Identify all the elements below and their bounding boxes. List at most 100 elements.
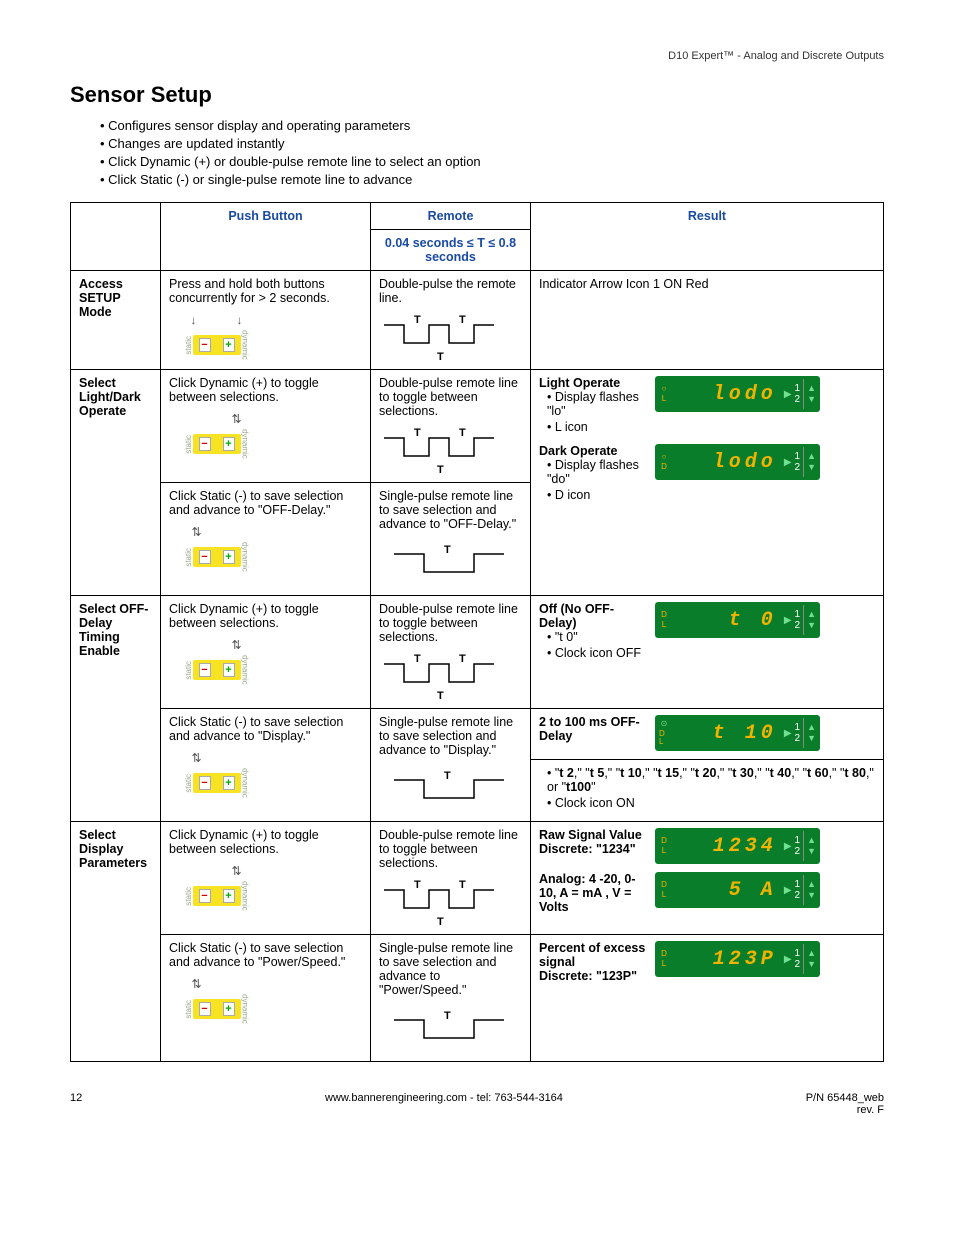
svg-text:T: T — [459, 653, 466, 665]
text: Double-pulse remote line to toggle betwe… — [379, 602, 518, 644]
row-display-result1: Raw Signal Value Discrete: "1234" DL 123… — [531, 822, 884, 935]
svg-text:T: T — [437, 690, 444, 702]
result-item: "t 0" — [547, 630, 649, 644]
text: Click Static (-) to save selection and a… — [169, 715, 343, 743]
revision: rev. F — [857, 1104, 884, 1116]
row-display-remote2: Single-pulse remote line to save selecti… — [371, 935, 531, 1062]
lcd-display: DL t 0 ▶12▲▼ — [655, 602, 820, 638]
footer: 12 www.bannerengineering.com - tel: 763-… — [70, 1092, 884, 1116]
text: Double-pulse the remote line. — [379, 277, 516, 305]
row-access-result: Indicator Arrow Icon 1 ON Red — [531, 271, 884, 370]
row-lightdark-push1: Click Dynamic (+) to toggle between sele… — [161, 370, 371, 483]
result-item: L icon — [547, 420, 649, 434]
col-result: Result — [531, 203, 884, 271]
delay-values: "t 2," "t 5," "t 10," "t 15," "t 20," "t… — [547, 766, 875, 794]
page-title: Sensor Setup — [70, 82, 884, 108]
intro-item: Click Dynamic (+) or double-pulse remote… — [100, 154, 884, 169]
result-title: Dark Operate — [539, 444, 618, 458]
svg-text:T: T — [437, 916, 444, 928]
row-offdelay-result2: 2 to 100 ms OFF-Delay ⊙D L t 10 ▶12▲▼ — [531, 709, 884, 760]
double-pulse-diagram: TTT — [379, 426, 519, 476]
button-diagram: ↓↓ static −+ dynamic — [169, 313, 264, 360]
lcd-text: lodo — [672, 451, 781, 474]
col-remote-sub: 0.04 seconds ≤ T ≤ 0.8 seconds — [371, 230, 531, 271]
row-access-label: Access SETUP Mode — [71, 271, 161, 370]
svg-text:T: T — [437, 464, 444, 476]
text: Click Static (-) to save selection and a… — [169, 489, 343, 517]
svg-text:T: T — [459, 879, 466, 891]
button-diagram: ⇅ static−+dynamic — [169, 525, 264, 572]
svg-text:T: T — [459, 427, 466, 439]
setup-table: Push Button Remote Result 0.04 seconds ≤… — [70, 202, 884, 1062]
lcd-display: DL 1234 ▶12▲▼ — [655, 828, 820, 864]
svg-text:T: T — [414, 653, 421, 665]
page-number: 12 — [70, 1092, 82, 1116]
row-lightdark-result: Light Operate Display flashes "lo" L ico… — [531, 370, 884, 596]
lcd-text: lodo — [672, 383, 781, 406]
lcd-display: ○L lodo ▶12▲▼ — [655, 376, 820, 412]
lcd-display: ○D lodo ▶12▲▼ — [655, 444, 820, 480]
single-pulse-diagram: T — [379, 1005, 519, 1055]
row-lightdark-remote2: Single-pulse remote line to save selecti… — [371, 483, 531, 596]
button-diagram: ⇅ static−+dynamic — [169, 638, 264, 685]
double-pulse-diagram: T T T — [379, 878, 519, 928]
result-title: Analog: 4 -20, 0-10, A = mA , V = Volts — [539, 872, 636, 914]
text: Click Static (-) to save selection and a… — [169, 941, 345, 969]
part-number: P/N 65448_web — [806, 1092, 884, 1104]
single-pulse-diagram: T — [379, 765, 519, 815]
result-item: Display flashes "lo" — [547, 390, 649, 418]
row-offdelay-remote1: Double-pulse remote line to toggle betwe… — [371, 596, 531, 709]
lcd-text: 5 A — [672, 879, 781, 902]
row-display-push1: Click Dynamic (+) to toggle between sele… — [161, 822, 371, 935]
row-offdelay-result1: Off (No OFF-Delay) "t 0" Clock icon OFF … — [531, 596, 884, 709]
intro-item: Configures sensor display and operating … — [100, 118, 884, 133]
svg-text:T: T — [414, 879, 421, 891]
row-lightdark-remote1: Double-pulse remote line to toggle betwe… — [371, 370, 531, 483]
svg-text:T: T — [444, 1010, 451, 1022]
svg-text:T: T — [459, 314, 466, 326]
intro-item: Changes are updated instantly — [100, 136, 884, 151]
svg-text:T: T — [444, 770, 451, 782]
row-lightdark-label: Select Light/Dark Operate — [71, 370, 161, 596]
lcd-text: 123P — [672, 948, 781, 971]
result-item: Display flashes "do" — [547, 458, 649, 486]
result-sub: Discrete: "123P" — [539, 969, 637, 983]
footer-center: www.bannerengineering.com - tel: 763-544… — [325, 1092, 563, 1116]
lcd-display: DL 123P ▶12▲▼ — [655, 941, 820, 977]
text: Click Dynamic (+) to toggle between sele… — [169, 828, 319, 856]
result-sub: Discrete: "1234" — [539, 842, 636, 856]
col-remote: Remote — [371, 203, 531, 230]
result-title: 2 to 100 ms OFF-Delay — [539, 715, 640, 743]
button-diagram: ⇅ static−+dynamic — [169, 751, 264, 798]
result-title: Off (No OFF-Delay) — [539, 602, 614, 630]
row-offdelay-push1: Click Dynamic (+) to toggle between sele… — [161, 596, 371, 709]
doc-header: D10 Expert™ - Analog and Discrete Output… — [70, 50, 884, 62]
button-diagram: ⇅ static−+dynamic — [169, 412, 264, 459]
text: Double-pulse remote line to toggle betwe… — [379, 828, 518, 870]
row-access-push: Press and hold both buttons concurrently… — [161, 271, 371, 370]
result-title: Light Operate — [539, 376, 620, 390]
lcd-text: 1234 — [672, 835, 781, 858]
row-offdelay-label: Select OFF-Delay Timing Enable — [71, 596, 161, 822]
intro-item: Click Static (-) or single-pulse remote … — [100, 172, 884, 187]
row-access-remote: Double-pulse the remote line. TTT — [371, 271, 531, 370]
result-item: Clock icon ON — [547, 796, 875, 810]
row-display-label: Select Display Parameters — [71, 822, 161, 1062]
lcd-display: ⊙D L t 10 ▶12▲▼ — [655, 715, 820, 751]
text: Press and hold both buttons concurrently… — [169, 277, 330, 305]
text: Single-pulse remote line to save selecti… — [379, 941, 513, 997]
row-offdelay-push2: Click Static (-) to save selection and a… — [161, 709, 371, 822]
row-display-push2: Click Static (-) to save selection and a… — [161, 935, 371, 1062]
row-display-result2: Percent of excess signal Discrete: "123P… — [531, 935, 884, 1062]
lcd-display: DL 5 A ▶12▲▼ — [655, 872, 820, 908]
col-blank — [71, 203, 161, 271]
result-title: Percent of excess signal — [539, 941, 645, 969]
text: Single-pulse remote line to save selecti… — [379, 715, 513, 757]
button-diagram: ⇅ static−+dynamic — [169, 864, 264, 911]
text: Click Dynamic (+) to toggle between sele… — [169, 602, 319, 630]
row-offdelay-result3: "t 2," "t 5," "t 10," "t 15," "t 20," "t… — [531, 760, 884, 822]
text: Click Dynamic (+) to toggle between sele… — [169, 376, 319, 404]
text: Double-pulse remote line to toggle betwe… — [379, 376, 518, 418]
result-item: D icon — [547, 488, 649, 502]
row-lightdark-push2: Click Static (-) to save selection and a… — [161, 483, 371, 596]
